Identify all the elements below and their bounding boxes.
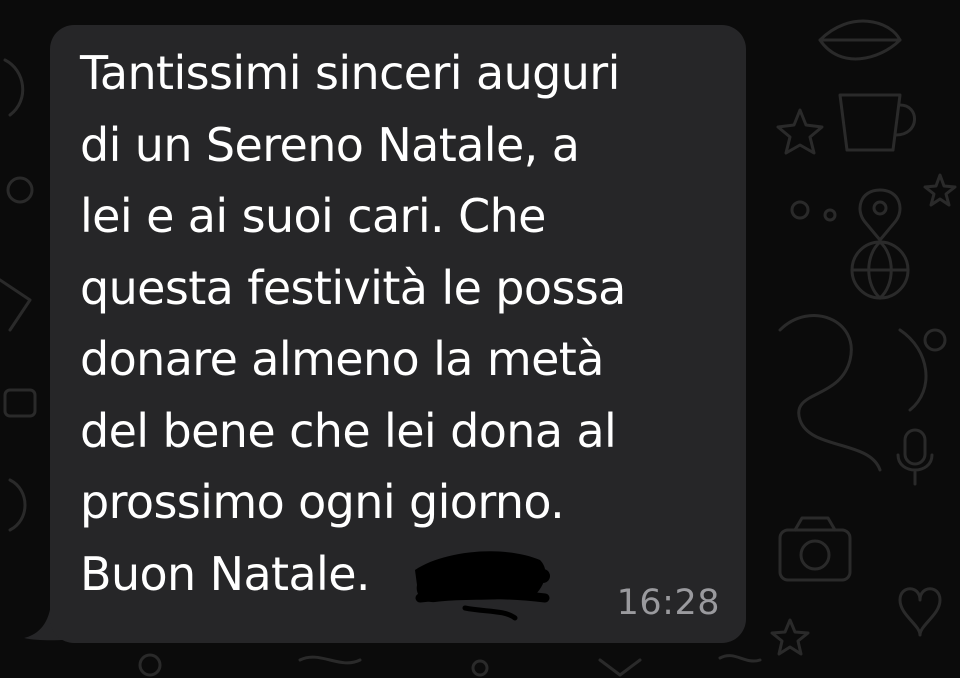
heart-doodle-icon [898, 587, 942, 637]
message-time: 16:28 [616, 583, 720, 623]
star-doodle-icon [923, 173, 957, 207]
message-text: Tantissimi sinceri auguri di un Sereno N… [80, 46, 626, 601]
location-pin-doodle-icon [858, 188, 902, 242]
basketball-doodle-icon [850, 240, 910, 300]
leaf-doodle-icon [818, 19, 902, 61]
chat-background: Tantissimi sinceri auguri di un Sereno N… [0, 0, 960, 678]
left-edge-doodles [0, 58, 37, 532]
camera-doodle-icon [778, 516, 852, 582]
coffee-cup-doodle-icon [838, 93, 916, 152]
star-doodle-icon [776, 108, 824, 155]
microphone-doodle-icon [896, 428, 934, 486]
bottom-doodles [138, 653, 762, 677]
redaction-scribble [415, 551, 550, 621]
star-doodle-icon [770, 618, 810, 656]
